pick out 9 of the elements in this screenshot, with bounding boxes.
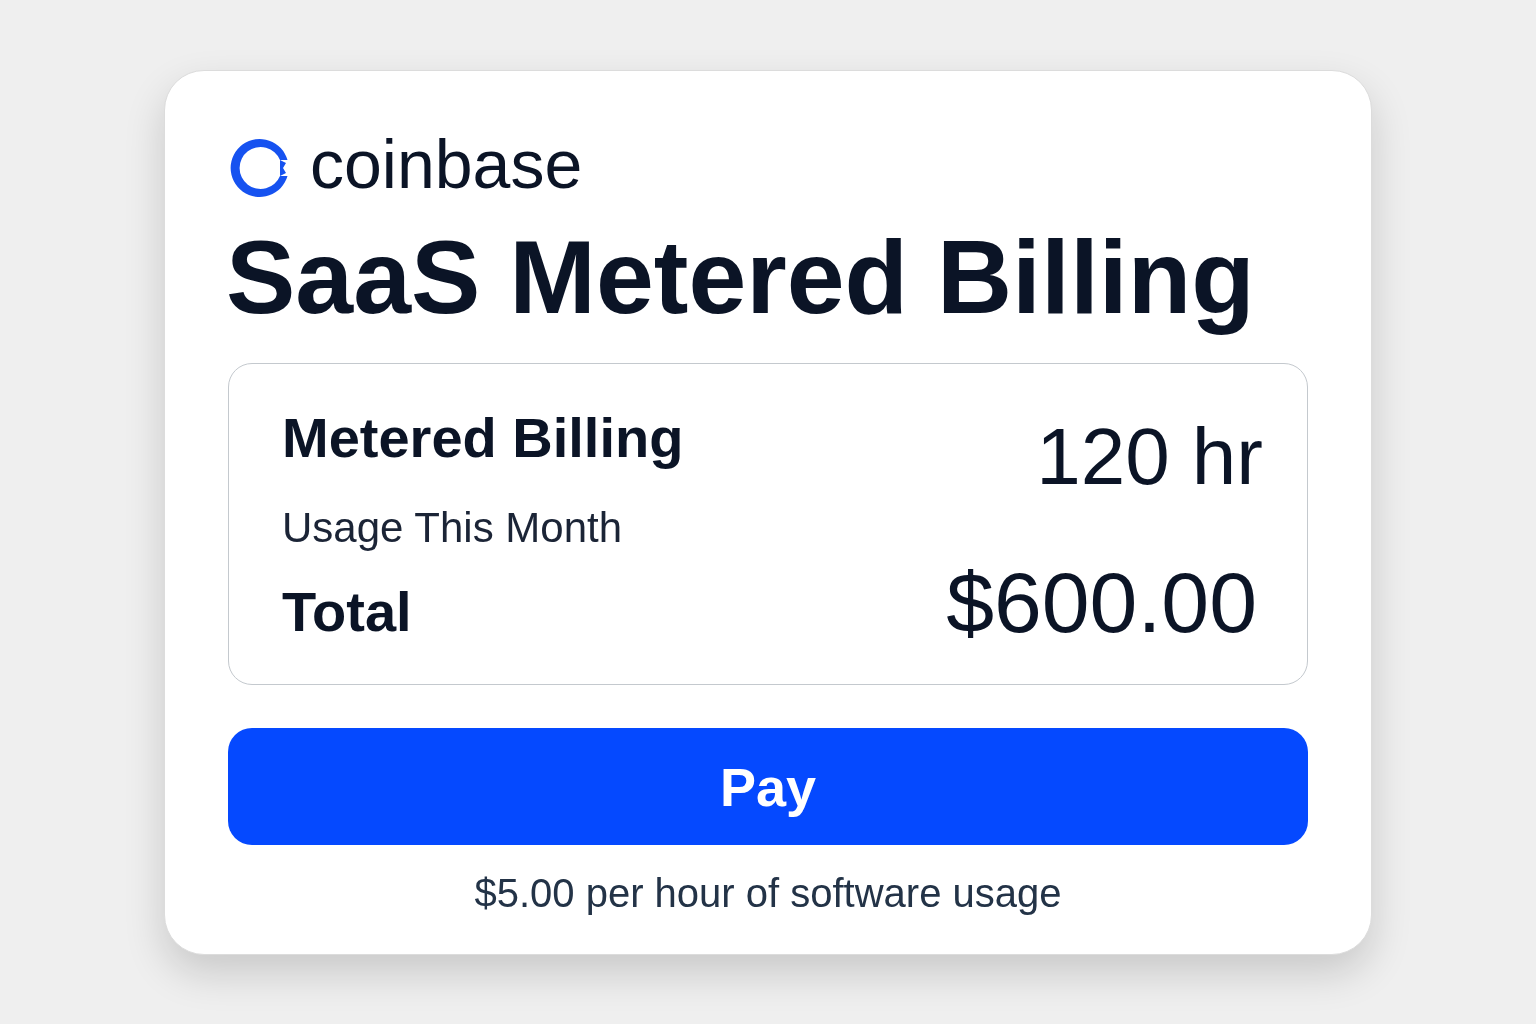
item-label: Metered Billing (282, 407, 684, 469)
total-label: Total (282, 581, 412, 643)
item-caption: Usage This Month (282, 504, 623, 552)
rate-note: $5.00 per hour of software usage (474, 870, 1062, 918)
page-title: SaaS Metered Billing (226, 221, 1255, 334)
pay-button[interactable]: Pay (228, 728, 1308, 846)
usage-amount: 120 hr (1036, 413, 1263, 502)
total-amount: $600.00 (946, 555, 1257, 650)
brand-name: coinbase (310, 130, 583, 198)
